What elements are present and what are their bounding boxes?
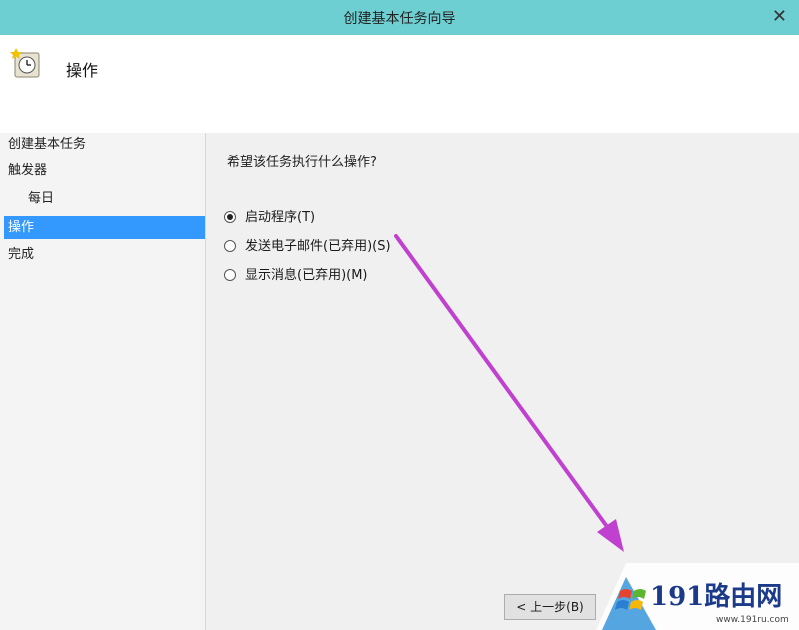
watermark-url: www.191ru.com — [716, 615, 789, 625]
wizard-steps-nav: 创建基本任务 触发器 每日 操作 完成 — [0, 133, 206, 630]
nav-item-action[interactable]: 操作 — [4, 216, 205, 239]
nav-item-finish[interactable]: 完成 — [4, 243, 205, 266]
page-heading: 操作 — [66, 61, 99, 80]
watermark-brand: 191路由网 — [650, 582, 783, 612]
radio-button[interactable] — [224, 240, 236, 252]
radio-label: 显示消息(已弃用)(M) — [245, 268, 368, 283]
nav-item-trigger[interactable]: 触发器 — [4, 159, 205, 182]
title-bar: 创建基本任务向导 ✕ — [0, 0, 799, 35]
close-button[interactable]: ✕ — [772, 6, 787, 27]
radio-label: 启动程序(T) — [245, 210, 316, 225]
wizard-content: 创建基本任务 触发器 每日 操作 完成 希望该任务执行什么操作? 启动程序(T)… — [0, 133, 799, 630]
radio-button[interactable] — [224, 269, 236, 281]
radio-button-checked[interactable] — [224, 211, 236, 223]
window-title: 创建基本任务向导 — [343, 11, 456, 27]
site-watermark: 191路由网 www.191ru.com — [596, 563, 799, 630]
wizard-header: 操作 — [0, 35, 799, 133]
nav-item-create-basic-task[interactable]: 创建基本任务 — [4, 133, 205, 156]
task-clock-icon — [10, 48, 40, 78]
back-button[interactable]: < 上一步(B) — [504, 594, 596, 620]
nav-item-daily[interactable]: 每日 — [4, 187, 205, 210]
action-prompt: 希望该任务执行什么操作? — [227, 155, 377, 170]
radio-label: 发送电子邮件(已弃用)(S) — [245, 239, 391, 254]
